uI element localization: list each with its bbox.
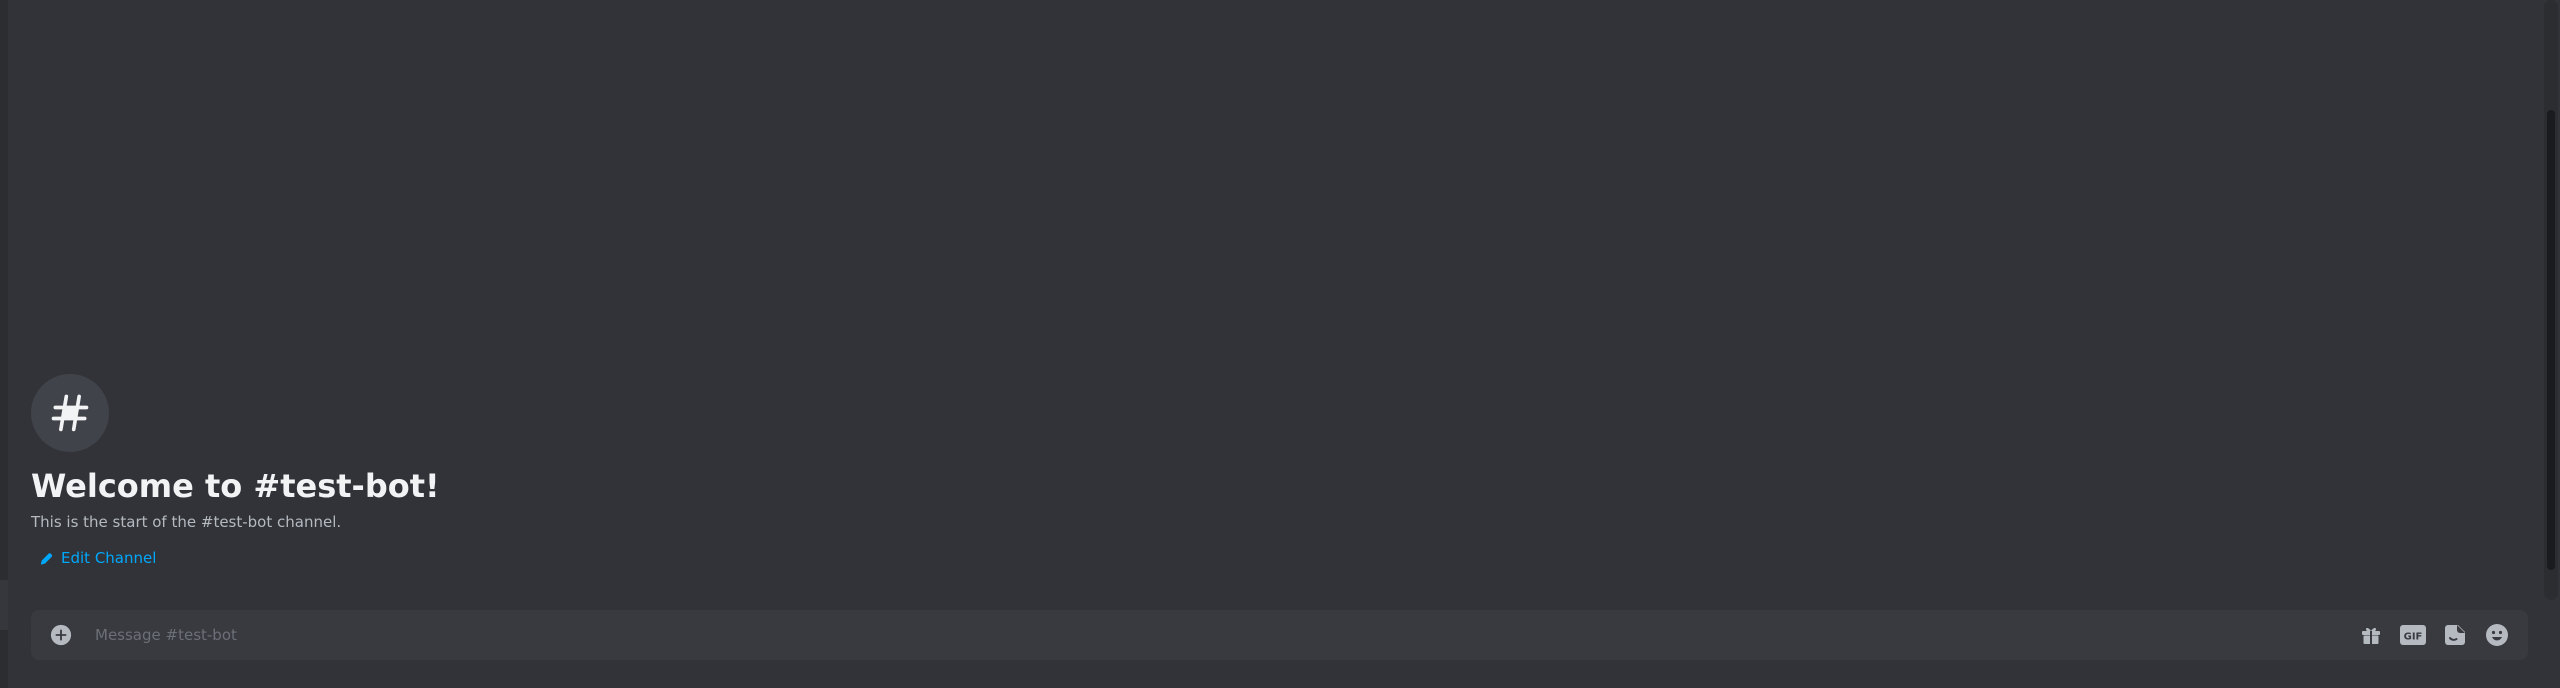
channel-welcome: Welcome to #test-bot! This is the start … [31, 374, 440, 568]
scrollbar-thumb[interactable] [2547, 110, 2555, 570]
discord-chat-view: Welcome to #test-bot! This is the start … [0, 0, 2560, 688]
pencil-icon [39, 551, 54, 566]
edit-channel-button[interactable]: Edit Channel [39, 548, 440, 568]
gif-icon[interactable]: GIF [2400, 622, 2426, 648]
edit-channel-label: Edit Channel [61, 549, 157, 567]
message-composer: GIF [31, 610, 2528, 660]
sidebar-edge-notch [0, 580, 8, 630]
plus-circle-icon[interactable] [50, 624, 72, 646]
gift-icon[interactable] [2358, 622, 2384, 648]
composer-actions: GIF [2358, 622, 2510, 648]
emoji-icon[interactable] [2484, 622, 2510, 648]
message-scrollbar[interactable] [2544, 0, 2558, 600]
hash-icon [48, 391, 92, 435]
server-sidebar-edge [0, 0, 8, 688]
channel-hash-badge [31, 374, 109, 452]
welcome-subtitle: This is the start of the #test-bot chann… [31, 513, 342, 531]
sticker-icon[interactable] [2442, 622, 2468, 648]
gif-label: GIF [2404, 632, 2423, 643]
message-input[interactable] [95, 610, 2335, 660]
welcome-title: Welcome to #test-bot! [31, 467, 440, 505]
